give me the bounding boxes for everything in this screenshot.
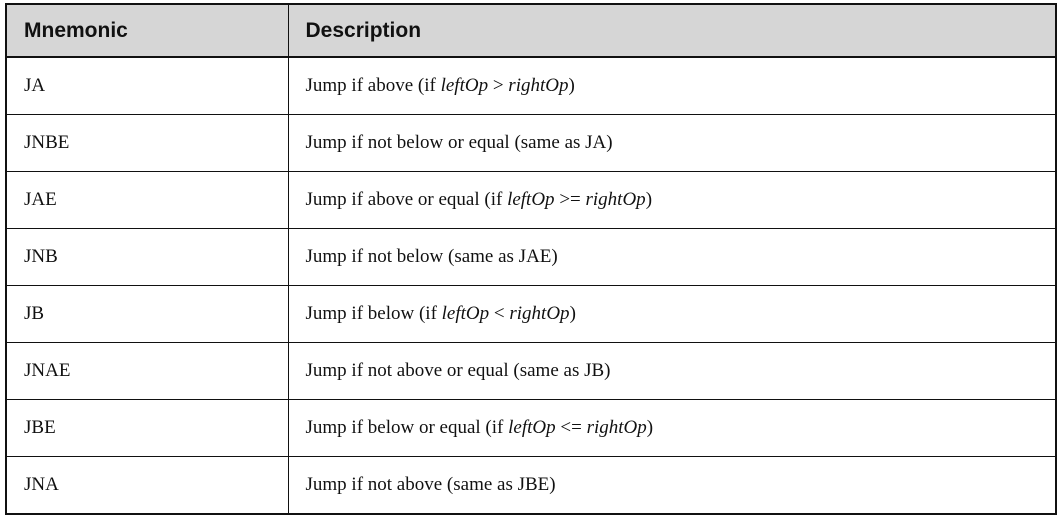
table-row: JB Jump if below (if leftOp < rightOp) [7,285,1055,343]
cell-description: Jump if below or equal (if leftOp <= rig… [288,399,1055,457]
cell-mnemonic: JA [7,57,289,115]
operator: < [489,302,510,324]
desc-text: Jump if not above or equal (same as JB) [305,359,611,381]
operator: <= [555,416,587,438]
desc-text: Jump if below or equal (if [305,416,509,438]
operand-right: rightOp [509,302,570,324]
cell-mnemonic: JB [7,285,289,343]
cell-mnemonic: JBE [7,399,289,457]
cell-mnemonic: JNAE [7,342,289,400]
jump-instructions-table: Mnemonic Description JA Jump if above (i… [7,5,1055,513]
cell-mnemonic: JNB [7,228,289,286]
cell-mnemonic: JNBE [7,114,289,172]
desc-text: Jump if not below or equal (same as JA) [305,131,613,153]
table-row: JNA Jump if not above (same as JBE) [7,456,1055,513]
desc-close: ) [569,302,576,324]
operand-left: leftOp [441,302,490,324]
operand-right: rightOp [508,74,569,96]
cell-description: Jump if below (if leftOp < rightOp) [288,285,1055,343]
cell-description: Jump if not below (same as JAE) [288,228,1055,286]
desc-text: Jump if above (if [305,74,441,96]
table-row: JA Jump if above (if leftOp > rightOp) [7,57,1055,115]
operand-right: rightOp [586,416,647,438]
operand-left: leftOp [440,74,489,96]
header-description: Description [288,5,1055,58]
operator: >= [554,188,586,210]
desc-close: ) [568,74,575,96]
cell-description: Jump if not above (same as JBE) [288,456,1055,513]
desc-close: ) [646,416,654,438]
desc-text: Jump if not above (same as JBE) [305,473,556,495]
operand-left: leftOp [508,416,556,438]
cell-description: Jump if not above or equal (same as JB) [288,342,1055,400]
operator: > [488,74,509,96]
cell-description: Jump if above or equal (if leftOp >= rig… [288,171,1055,229]
cell-mnemonic: JAE [7,171,289,229]
table-row: JNBE Jump if not below or equal (same as… [7,114,1055,172]
desc-text: Jump if above or equal (if [305,188,508,210]
cell-description: Jump if not below or equal (same as JA) [288,114,1055,172]
header-row: Mnemonic Description [7,5,1055,58]
desc-text: Jump if below (if [305,302,442,324]
cell-description: Jump if above (if leftOp > rightOp) [288,57,1055,115]
header-mnemonic: Mnemonic [7,5,289,58]
desc-text: Jump if not below (same as JAE) [305,245,558,267]
table-row: JBE Jump if below or equal (if leftOp <=… [7,399,1055,457]
desc-close: ) [645,188,653,210]
table-row: JNAE Jump if not above or equal (same as… [7,342,1055,400]
operand-right: rightOp [585,188,646,210]
jump-instructions-table-frame: Mnemonic Description JA Jump if above (i… [5,3,1057,515]
table-row: JNB Jump if not below (same as JAE) [7,228,1055,286]
table-row: JAE Jump if above or equal (if leftOp >=… [7,171,1055,229]
cell-mnemonic: JNA [7,456,289,513]
operand-left: leftOp [507,188,555,210]
